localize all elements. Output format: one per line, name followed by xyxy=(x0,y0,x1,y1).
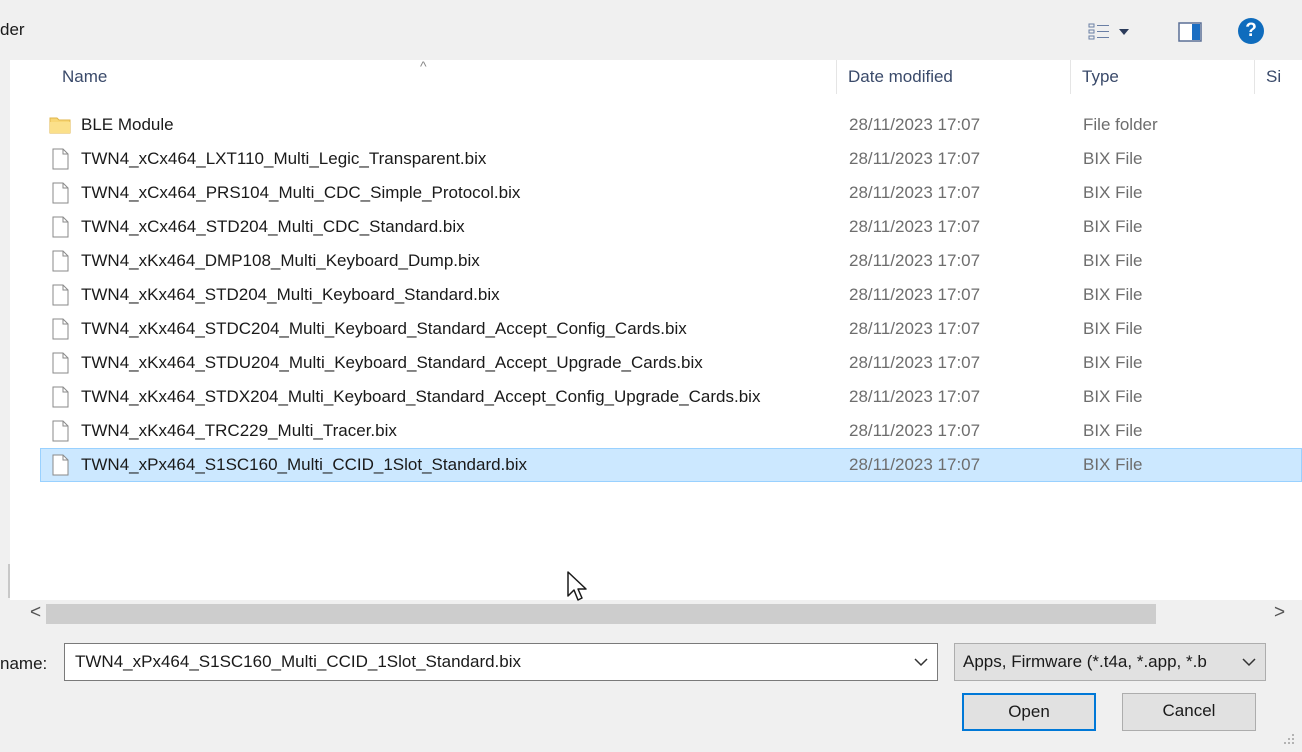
filename-input[interactable] xyxy=(65,644,905,680)
file-type: BIX File xyxy=(1083,251,1143,270)
file-icon xyxy=(52,352,69,374)
file-name: BLE Module xyxy=(81,115,174,134)
file-type-filter-value: Apps, Firmware (*.t4a, *.app, *.b xyxy=(963,652,1207,671)
filename-combobox[interactable] xyxy=(64,643,938,681)
column-header: ^ Name Date modified Type Si xyxy=(40,58,1302,94)
file-icon xyxy=(52,250,69,272)
file-icon xyxy=(52,318,69,340)
folder-icon xyxy=(49,117,71,134)
change-view-button[interactable] xyxy=(1088,20,1148,44)
column-date-modified[interactable]: Date modified xyxy=(848,60,1058,94)
file-date-modified: 28/11/2023 17:07 xyxy=(849,285,981,304)
file-name: TWN4_xKx464_STDC204_Multi_Keyboard_Stand… xyxy=(81,319,687,338)
file-type: BIX File xyxy=(1083,387,1143,406)
chevron-down-icon[interactable] xyxy=(913,652,929,672)
file-row[interactable]: TWN4_xKx464_STDC204_Multi_Keyboard_Stand… xyxy=(40,312,1302,346)
column-type[interactable]: Type xyxy=(1082,60,1252,94)
file-type: BIX File xyxy=(1083,149,1143,168)
help-button[interactable]: ? xyxy=(1238,18,1264,44)
scroll-left-button[interactable]: < xyxy=(30,602,41,624)
resize-grip-icon[interactable] xyxy=(1280,730,1296,746)
chevron-down-icon xyxy=(1119,29,1129,35)
file-date-modified: 28/11/2023 17:07 xyxy=(849,455,981,474)
file-name: TWN4_xCx464_LXT110_Multi_Legic_Transpare… xyxy=(81,149,487,168)
column-name[interactable]: Name xyxy=(62,60,822,94)
file-icon xyxy=(52,454,69,476)
column-divider[interactable] xyxy=(836,60,837,94)
file-type: BIX File xyxy=(1083,285,1143,304)
file-row[interactable]: TWN4_xKx464_DMP108_Multi_Keyboard_Dump.b… xyxy=(40,244,1302,278)
file-type: File folder xyxy=(1083,115,1158,134)
navigation-pane-edge xyxy=(0,60,10,608)
file-icon xyxy=(52,386,69,408)
pane-splitter[interactable] xyxy=(8,564,10,598)
file-row[interactable]: TWN4_xKx464_STDU204_Multi_Keyboard_Stand… xyxy=(40,346,1302,380)
file-date-modified: 28/11/2023 17:07 xyxy=(849,183,981,202)
file-date-modified: 28/11/2023 17:07 xyxy=(849,387,981,406)
chevron-down-icon[interactable] xyxy=(1241,652,1257,672)
column-divider[interactable] xyxy=(1070,60,1071,94)
file-date-modified: 28/11/2023 17:07 xyxy=(849,251,981,270)
file-name: TWN4_xKx464_TRC229_Multi_Tracer.bix xyxy=(81,421,397,440)
filename-label: name: xyxy=(0,654,48,673)
folder-label: der xyxy=(0,20,25,39)
file-row[interactable]: TWN4_xPx464_S1SC160_Multi_CCID_1Slot_Sta… xyxy=(40,448,1302,482)
mouse-cursor-icon xyxy=(567,571,587,601)
file-row[interactable]: TWN4_xKx464_STD204_Multi_Keyboard_Standa… xyxy=(40,278,1302,312)
file-name: TWN4_xPx464_S1SC160_Multi_CCID_1Slot_Sta… xyxy=(81,455,528,474)
file-type: BIX File xyxy=(1083,183,1143,202)
file-icon xyxy=(52,182,69,204)
open-button[interactable]: Open xyxy=(962,693,1096,731)
file-icon xyxy=(52,284,69,306)
file-type-filter[interactable]: Apps, Firmware (*.t4a, *.app, *.b xyxy=(954,643,1266,681)
file-date-modified: 28/11/2023 17:07 xyxy=(849,217,981,236)
horizontal-scrollbar[interactable]: < > xyxy=(10,600,1302,628)
file-type: BIX File xyxy=(1083,217,1143,236)
details-view-icon xyxy=(1088,23,1109,40)
file-row[interactable]: TWN4_xKx464_TRC229_Multi_Tracer.bix 28/11… xyxy=(40,414,1302,448)
scroll-right-button[interactable]: > xyxy=(1274,602,1285,624)
file-name: TWN4_xKx464_DMP108_Multi_Keyboard_Dump.b… xyxy=(81,251,480,270)
file-date-modified: 28/11/2023 17:07 xyxy=(849,353,981,372)
file-icon xyxy=(52,148,69,170)
file-row[interactable]: TWN4_xCx464_STD204_Multi_CDC_Standard.bi… xyxy=(40,210,1302,244)
column-divider[interactable] xyxy=(1254,60,1255,94)
file-name: TWN4_xCx464_PRS104_Multi_CDC_Simple_Prot… xyxy=(81,183,521,202)
file-row[interactable]: TWN4_xKx464_STDX204_Multi_Keyboard_Stand… xyxy=(40,380,1302,414)
file-type: BIX File xyxy=(1083,319,1143,338)
file-row[interactable]: BLE Module 28/11/2023 17:07 File folder xyxy=(40,108,1302,142)
file-row[interactable]: TWN4_xCx464_LXT110_Multi_Legic_Transpare… xyxy=(40,142,1302,176)
file-type: BIX File xyxy=(1083,455,1143,474)
file-date-modified: 28/11/2023 17:07 xyxy=(849,421,981,440)
file-type: BIX File xyxy=(1083,421,1143,440)
file-date-modified: 28/11/2023 17:07 xyxy=(849,149,981,168)
preview-pane-icon[interactable] xyxy=(1178,22,1202,42)
file-list: BLE Module 28/11/2023 17:07 File folder TWN… xyxy=(40,108,1302,482)
file-name: TWN4_xCx464_STD204_Multi_CDC_Standard.bi… xyxy=(81,217,465,236)
file-name: TWN4_xKx464_STDU204_Multi_Keyboard_Stand… xyxy=(81,353,703,372)
file-row[interactable]: TWN4_xCx464_PRS104_Multi_CDC_Simple_Prot… xyxy=(40,176,1302,210)
file-name: TWN4_xKx464_STDX204_Multi_Keyboard_Stand… xyxy=(81,387,761,406)
file-name: TWN4_xKx464_STD204_Multi_Keyboard_Standa… xyxy=(81,285,500,304)
scrollbar-thumb[interactable] xyxy=(46,604,1156,624)
toolbar: der ? xyxy=(0,0,1302,60)
cancel-button[interactable]: Cancel xyxy=(1122,693,1256,731)
file-date-modified: 28/11/2023 17:07 xyxy=(849,319,981,338)
file-type: BIX File xyxy=(1083,353,1143,372)
column-size[interactable]: Si xyxy=(1266,60,1302,94)
file-date-modified: 28/11/2023 17:07 xyxy=(849,115,981,134)
file-icon xyxy=(52,216,69,238)
file-icon xyxy=(52,420,69,442)
